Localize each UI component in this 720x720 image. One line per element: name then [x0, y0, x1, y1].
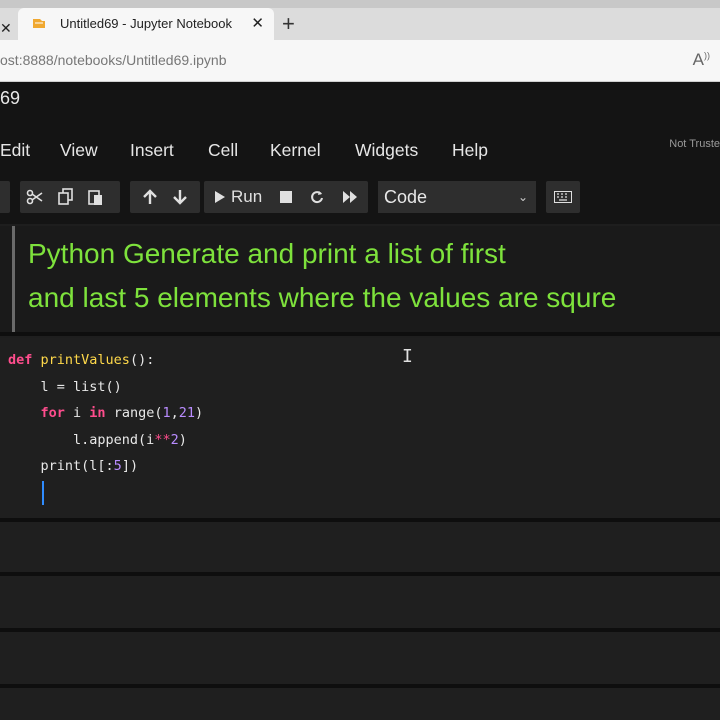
code-keyword: def [8, 352, 33, 368]
cell-separator [0, 332, 720, 336]
move-button-group [130, 181, 200, 213]
code-text: l.append(i [8, 432, 155, 448]
markdown-heading-line-1: Python Generate and print a list of firs… [28, 238, 506, 269]
move-up-icon[interactable] [143, 189, 157, 205]
code-cell[interactable]: def printValues(): l = list() for i in r… [0, 338, 720, 518]
code-text: ) [195, 405, 204, 421]
new-tab-button[interactable]: + [282, 11, 295, 37]
cut-icon[interactable] [26, 188, 44, 206]
empty-cell[interactable] [0, 632, 720, 684]
read-aloud-glyph: A [692, 50, 704, 69]
code-text: range( [105, 405, 163, 421]
notebook-header: 69 [0, 82, 720, 130]
browser-frame-top [0, 0, 720, 8]
code-line-1: def printValues(): [8, 352, 154, 368]
url-path: :8888/notebooks/Untitled69.ipynb [18, 52, 227, 68]
address-bar[interactable]: ost:8888/notebooks/Untitled69.ipynb A)) [0, 40, 720, 82]
close-icon[interactable]: ✕ [251, 14, 264, 32]
notebook-favicon-icon [33, 19, 45, 28]
close-icon[interactable]: ✕ [0, 16, 14, 40]
tab-title: Untitled69 - Jupyter Notebook [60, 16, 232, 31]
markdown-cell[interactable]: Python Generate and print a list of firs… [0, 226, 720, 332]
trust-status[interactable]: Not Truste [669, 138, 720, 150]
notebook-toolbar: Run Code ⌄ [0, 174, 720, 224]
markdown-heading-line-2: and last 5 elements where the values are… [28, 282, 617, 313]
chevron-down-icon: ⌄ [517, 190, 528, 204]
code-keyword: for [40, 405, 65, 421]
code-number: 21 [178, 405, 196, 421]
text-cursor [42, 481, 44, 505]
code-line-4: l.append(i**2) [8, 432, 187, 448]
empty-cell[interactable] [0, 688, 720, 720]
code-text: print(l[: [8, 458, 114, 474]
run-button-group: Run [204, 181, 368, 213]
code-function-name: printValues [40, 352, 130, 368]
code-number: 1 [162, 405, 171, 421]
browser-tabstrip: ✕ Untitled69 - Jupyter Notebook ✕ + [0, 8, 720, 40]
code-line-5: print(l[:5]) [8, 458, 139, 474]
fast-forward-icon[interactable] [342, 190, 358, 204]
menu-widgets[interactable]: Widgets [355, 140, 418, 161]
code-line-3: for i in range(1,21) [8, 405, 204, 421]
menu-help[interactable]: Help [452, 140, 488, 161]
menu-view[interactable]: View [60, 140, 98, 161]
code-text: ) [178, 432, 187, 448]
move-down-icon[interactable] [173, 189, 187, 205]
code-number: 2 [170, 432, 179, 448]
restart-icon[interactable] [310, 190, 324, 204]
edit-button-group [20, 181, 120, 213]
url-text[interactable]: ost:8888/notebooks/Untitled69.ipynb [0, 52, 227, 68]
read-aloud-icon[interactable]: A)) [693, 50, 710, 70]
code-keyword: in [89, 405, 106, 421]
code-text: i [64, 405, 90, 421]
menubar: Edit View Insert Cell Kernel Widgets Hel… [0, 130, 720, 174]
command-palette-button[interactable] [546, 181, 580, 213]
menu-edit[interactable]: Edit [0, 140, 30, 161]
code-number: 5 [113, 458, 122, 474]
code-text: ]) [121, 458, 139, 474]
code-punct: (): [129, 352, 155, 368]
empty-cell[interactable] [0, 522, 720, 572]
save-button-partial[interactable] [0, 181, 10, 213]
menu-insert[interactable]: Insert [130, 140, 174, 161]
menu-kernel[interactable]: Kernel [270, 140, 321, 161]
empty-cell[interactable] [0, 576, 720, 628]
code-line-2: l = list() [8, 379, 122, 395]
run-button[interactable]: Run [214, 187, 262, 207]
paste-icon[interactable] [88, 188, 104, 206]
run-label: Run [231, 187, 263, 206]
cell-type-value: Code [384, 187, 428, 207]
cell-selection-bar [12, 226, 15, 332]
run-icon [215, 191, 225, 203]
code-text: , [170, 405, 179, 421]
browser-tab-active[interactable]: Untitled69 - Jupyter Notebook ✕ [18, 8, 274, 40]
stop-icon[interactable] [280, 191, 293, 203]
mouse-ibeam-icon: I [402, 346, 413, 367]
menu-cell[interactable]: Cell [208, 140, 238, 161]
notebook-title[interactable]: 69 [0, 88, 20, 109]
url-host-fragment: ost [0, 52, 19, 68]
cell-type-select[interactable]: Code ⌄ [378, 181, 536, 213]
keyboard-icon [554, 191, 572, 203]
copy-icon[interactable] [58, 188, 74, 206]
code-operator: ** [154, 432, 171, 448]
